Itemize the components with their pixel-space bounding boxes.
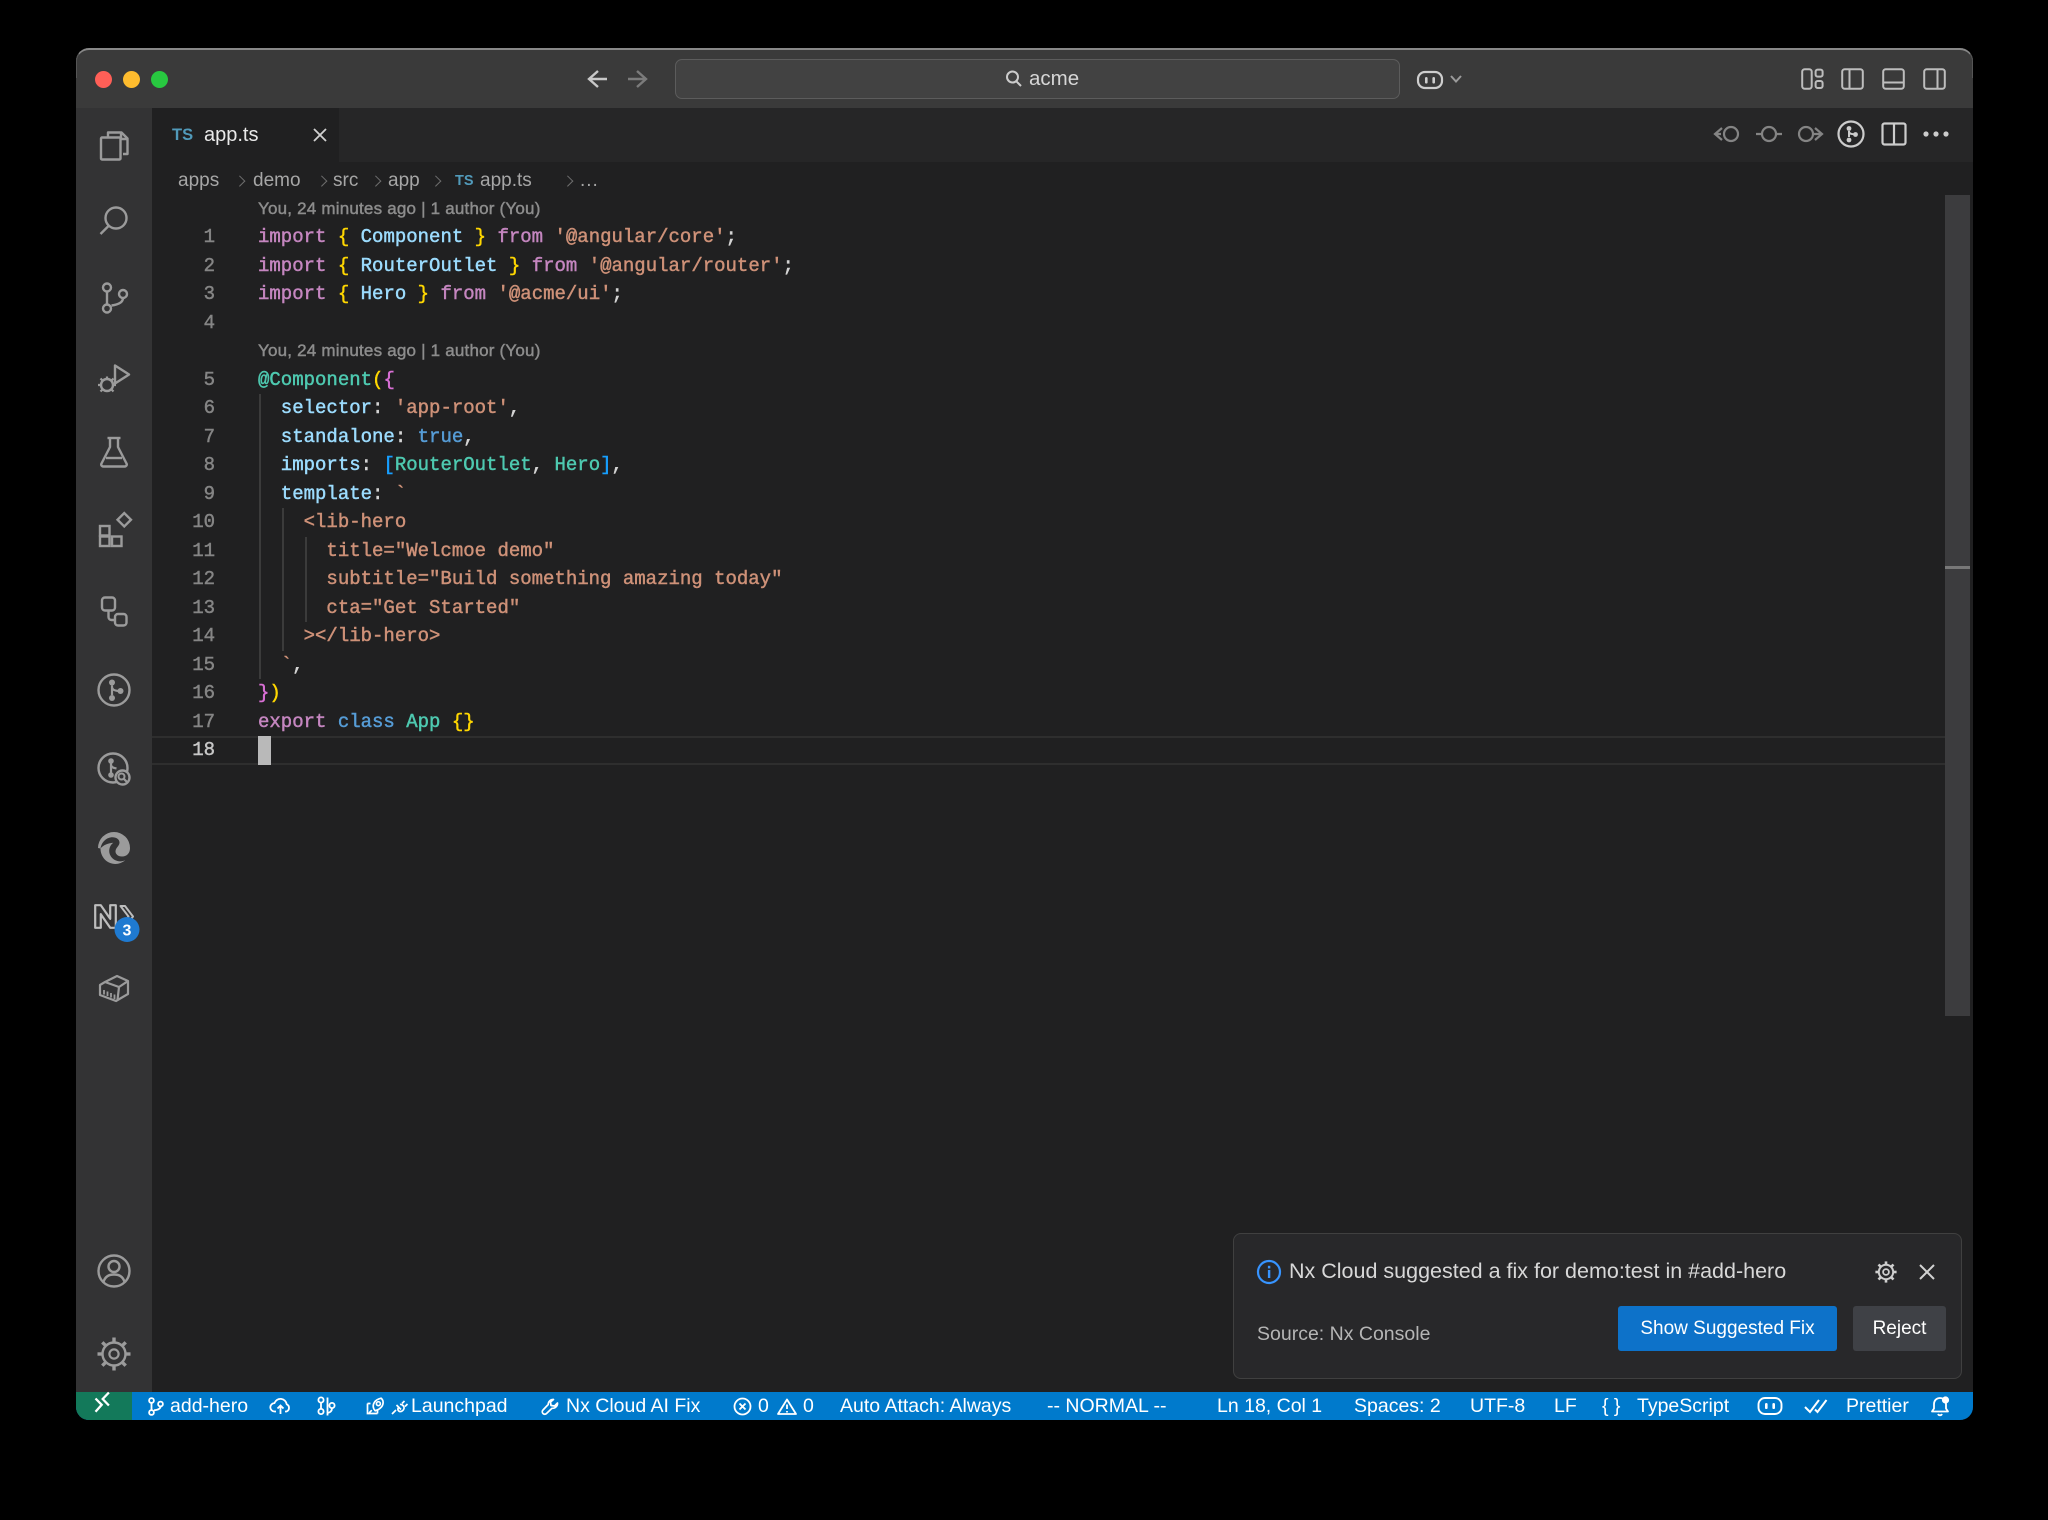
svg-text:3: 3 (123, 923, 132, 940)
